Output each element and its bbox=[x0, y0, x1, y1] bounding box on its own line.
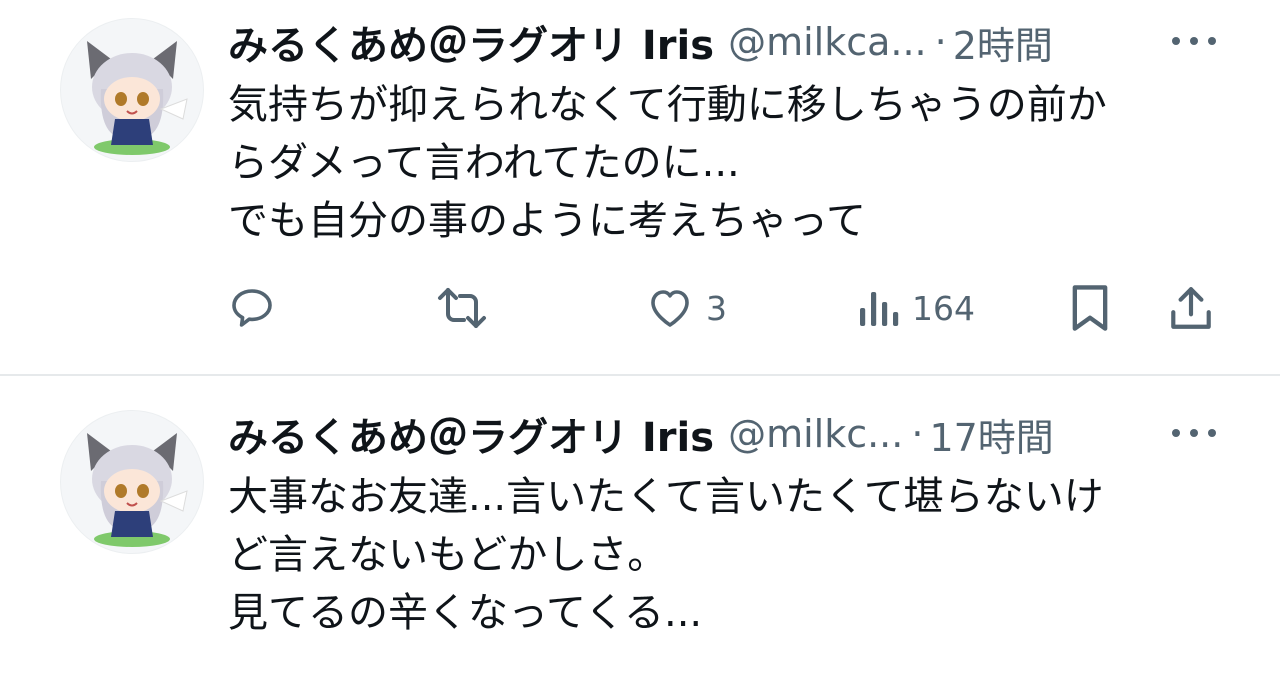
author-handle[interactable]: @milkc... bbox=[728, 412, 903, 456]
tweet-text: 大事なお友達...言いたくて言いたくて堪らないけ ど言えないもどかしさ。 見てる… bbox=[228, 468, 1238, 642]
retweet-button[interactable] bbox=[436, 278, 488, 338]
tweet-text-line: ど言えないもどかしさ。 bbox=[228, 532, 668, 578]
views-icon bbox=[860, 292, 899, 326]
like-count: 3 bbox=[706, 288, 727, 328]
tweet-text: 気持ちが抑えられなくて行動に移しちゃうの前か らダメって言われてたのに... で… bbox=[228, 76, 1238, 250]
avatar[interactable] bbox=[60, 18, 204, 162]
tweet-time[interactable]: 2時間 bbox=[953, 15, 1053, 70]
author-name[interactable]: みるくあめ＠ラグオリ Iris bbox=[228, 13, 714, 71]
bookmark-button[interactable] bbox=[1068, 278, 1112, 338]
views-count: 164 bbox=[912, 288, 975, 328]
more-options-icon[interactable] bbox=[1172, 26, 1216, 56]
share-button[interactable] bbox=[1168, 278, 1214, 338]
tweet[interactable]: みるくあめ＠ラグオリ Iris @milkca... · 2時間 気持ちが抑えら… bbox=[0, 0, 1280, 376]
tweet-text-line: 大事なお友達...言いたくて言いたくて堪らないけ bbox=[228, 474, 1104, 520]
tweet-text-line: 気持ちが抑えられなくて行動に移しちゃうの前か bbox=[228, 82, 1107, 128]
heart-icon bbox=[651, 290, 689, 327]
separator-dot: · bbox=[911, 412, 924, 456]
tweet[interactable]: みるくあめ＠ラグオリ Iris @milkc... · 17時間 大事なお友達.… bbox=[0, 392, 1280, 676]
retweet-icon bbox=[438, 288, 486, 328]
views-button[interactable]: 164 bbox=[856, 278, 975, 338]
share-icon bbox=[1171, 287, 1211, 329]
separator-dot: · bbox=[934, 20, 947, 64]
more-options-icon[interactable] bbox=[1172, 418, 1216, 448]
tweet-time[interactable]: 17時間 bbox=[929, 407, 1053, 462]
tweet-text-line: らダメって言われてたのに... bbox=[228, 140, 740, 186]
author-handle[interactable]: @milkca... bbox=[728, 20, 927, 64]
tweet-header: みるくあめ＠ラグオリ Iris @milkc... · 17時間 bbox=[228, 406, 1054, 462]
reply-button[interactable] bbox=[228, 278, 276, 338]
reply-icon bbox=[232, 289, 272, 327]
tweet-text-line: でも自分の事のように考えちゃって bbox=[228, 198, 866, 244]
tweet-text-line: 見てるの辛くなってくる... bbox=[228, 590, 703, 636]
avatar[interactable] bbox=[60, 410, 204, 554]
author-name[interactable]: みるくあめ＠ラグオリ Iris bbox=[228, 405, 714, 463]
bookmark-icon bbox=[1072, 285, 1108, 331]
tweet-actions: 3 164 bbox=[0, 278, 1280, 338]
tweet-header: みるくあめ＠ラグオリ Iris @milkca... · 2時間 bbox=[228, 14, 1053, 70]
like-button[interactable]: 3 bbox=[646, 278, 727, 338]
